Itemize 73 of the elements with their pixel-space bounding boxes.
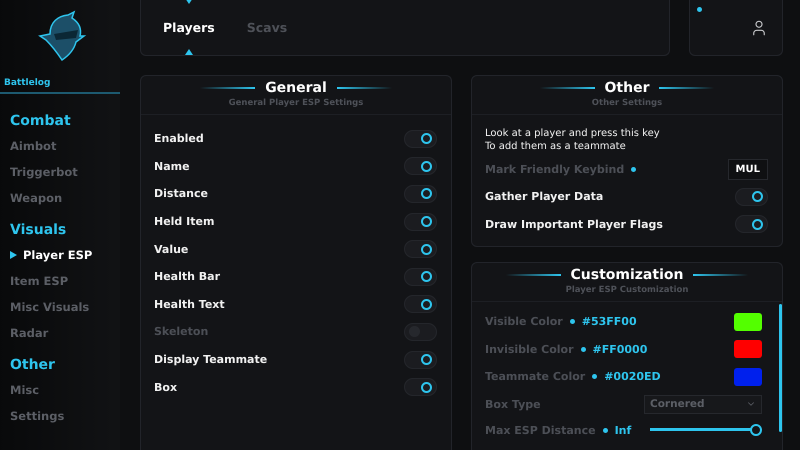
toggle-switch[interactable] [404, 157, 437, 176]
toggle-switch[interactable] [404, 295, 437, 314]
toggle-switch[interactable] [404, 268, 437, 286]
bullet-dot [570, 319, 575, 324]
user-icon[interactable] [750, 18, 768, 36]
color-swatch[interactable] [734, 312, 762, 331]
nav-item[interactable]: Weapon [0, 185, 120, 211]
toggle-switch[interactable] [404, 212, 437, 231]
nav-item[interactable]: Settings [0, 403, 120, 429]
section-heading: Other [9, 356, 56, 375]
brand-name: Battlelog [0, 70, 120, 94]
setting-label: Display Teammate [154, 353, 268, 366]
toggle-switch[interactable] [404, 378, 437, 396]
hex-value: #53FF00 [582, 315, 637, 328]
setting-label: Draw Important Player Flags [485, 218, 663, 231]
setting-label: Box Type [485, 398, 541, 411]
scrollbar[interactable] [779, 304, 782, 432]
triangle-down-icon [184, 0, 193, 4]
toggle-switch[interactable] [735, 188, 768, 206]
tab[interactable]: Scavs [246, 20, 288, 35]
triangle-right-icon [10, 251, 17, 259]
section-heading: Visuals [9, 221, 68, 240]
slider-thumb[interactable] [750, 424, 762, 436]
box-type-dropdown[interactable]: Cornered [644, 394, 762, 414]
bullet-dot [580, 346, 586, 352]
color-swatch[interactable] [734, 340, 762, 358]
setting-label: Max ESP Distance [485, 424, 596, 436]
setting-label: Name [154, 160, 190, 173]
section-heading: Combat [9, 112, 72, 131]
setting-label: Value [154, 242, 188, 256]
keybind-button[interactable]: MUL [728, 158, 768, 180]
triangle-up-icon [184, 49, 193, 55]
hex-value: #0020ED [604, 370, 661, 384]
setting-label: Distance [154, 187, 208, 200]
slider[interactable] [650, 423, 762, 437]
setting-label: Box [154, 380, 178, 394]
setting-label: Mark Friendly Keybind [485, 162, 624, 176]
panel-subtitle: General Player ESP Settings [228, 98, 364, 108]
hex-value: #FF0000 [592, 342, 648, 356]
bullet-dot [631, 166, 636, 172]
toggle-switch[interactable] [404, 130, 437, 148]
nav-item[interactable]: Aimbot [0, 133, 120, 159]
toggle-switch[interactable] [404, 240, 437, 258]
setting-label: Visible Color [485, 315, 563, 328]
nav-item[interactable]: Radar [0, 320, 120, 346]
nav-item[interactable]: Item ESP [0, 268, 120, 294]
setting-label: Health Bar [154, 270, 220, 284]
panel-subtitle: Player ESP Customization [566, 285, 688, 295]
nav-item[interactable]: Misc [0, 377, 120, 403]
status-dot [697, 7, 702, 12]
panel-title: General [265, 80, 327, 96]
instruction-text: Look at a player and press this key To add them as a teammate [485, 127, 661, 153]
setting-label: Health Text [154, 298, 225, 311]
nav-item[interactable]: Player ESP [0, 242, 120, 268]
panel-subtitle: Other Settings [592, 98, 662, 108]
bullet-dot [592, 374, 598, 380]
setting-label: Held Item [154, 215, 214, 228]
setting-label: Teammate Color [485, 370, 586, 384]
tab[interactable]: Players [163, 20, 215, 35]
setting-label: Enabled [154, 132, 204, 146]
bullet-dot [602, 428, 608, 432]
slider-value: Inf [614, 424, 632, 436]
panel-title: Other [604, 80, 650, 96]
setting-label: Invisible Color [485, 342, 574, 356]
setting-label: Gather Player Data [485, 190, 604, 204]
panel-title: Customization [570, 267, 684, 283]
toggle-switch[interactable] [404, 184, 437, 203]
nav-item[interactable]: Misc Visuals [0, 294, 120, 320]
nav-item[interactable]: Triggerbot [0, 159, 120, 185]
toggle-switch[interactable] [404, 350, 437, 369]
color-swatch[interactable] [734, 368, 762, 386]
setting-label: Skeleton [154, 325, 208, 338]
toggle-switch[interactable] [735, 215, 768, 234]
